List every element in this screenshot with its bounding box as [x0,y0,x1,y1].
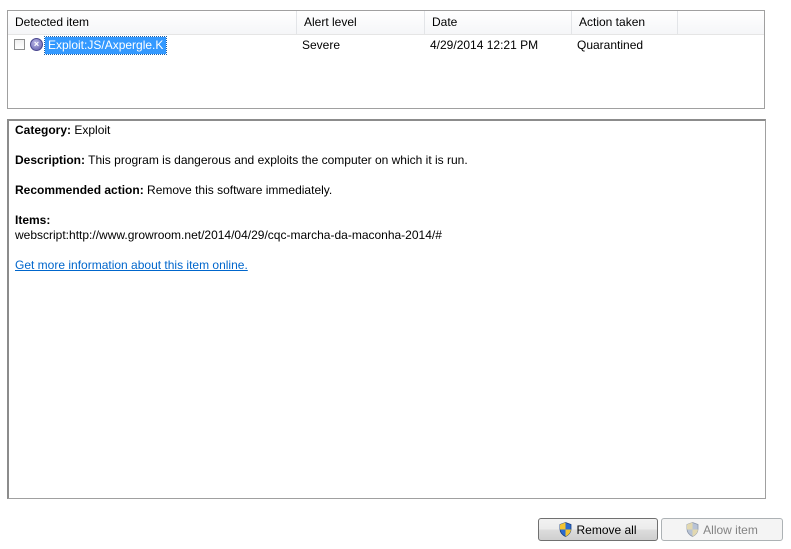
uac-shield-icon [686,522,699,537]
action-taken-cell: Quarantined [577,38,644,52]
category-line: Category: Exploit [15,123,759,138]
column-header-alert-level[interactable]: Alert level [297,11,425,34]
more-info-link[interactable]: Get more information about this item onl… [15,258,248,272]
recommended-action-value: Remove this software immediately. [147,183,333,197]
items-value: webscript:http://www.growroom.net/2014/0… [15,228,442,242]
item-details-pane: Category: Exploit Description: This prog… [7,119,766,499]
column-header-date[interactable]: Date [425,11,572,34]
list-header: Detected item Alert level Date Action ta… [8,11,764,35]
allow-item-label: Allow item [703,522,758,537]
description-value: This program is dangerous and exploits t… [88,153,468,167]
alert-level-cell: Severe [302,38,341,52]
allow-item-button[interactable]: Allow item [661,518,783,541]
threat-x-icon: × [30,38,43,51]
item-checkbox[interactable] [14,39,25,50]
date-cell: 4/29/2014 12:21 PM [430,38,539,52]
remove-all-button[interactable]: Remove all [538,518,658,541]
category-value: Exploit [74,123,111,137]
table-row[interactable]: × Exploit:JS/Axpergle.K Severe 4/29/2014… [8,35,764,56]
column-header-detected-item[interactable]: Detected item [8,11,297,34]
detected-item-name[interactable]: Exploit:JS/Axpergle.K [43,36,168,55]
detected-items-list[interactable]: Detected item Alert level Date Action ta… [7,10,765,109]
category-label: Category: [15,123,72,137]
items-label: Items: [15,213,51,227]
remove-all-label: Remove all [576,522,637,537]
uac-shield-icon [560,522,572,537]
description-line: Description: This program is dangerous a… [15,153,759,168]
recommended-action-line: Recommended action: Remove this software… [15,183,759,198]
recommended-action-label: Recommended action: [15,183,144,197]
column-header-action-taken[interactable]: Action taken [572,11,678,34]
description-label: Description: [15,153,86,167]
